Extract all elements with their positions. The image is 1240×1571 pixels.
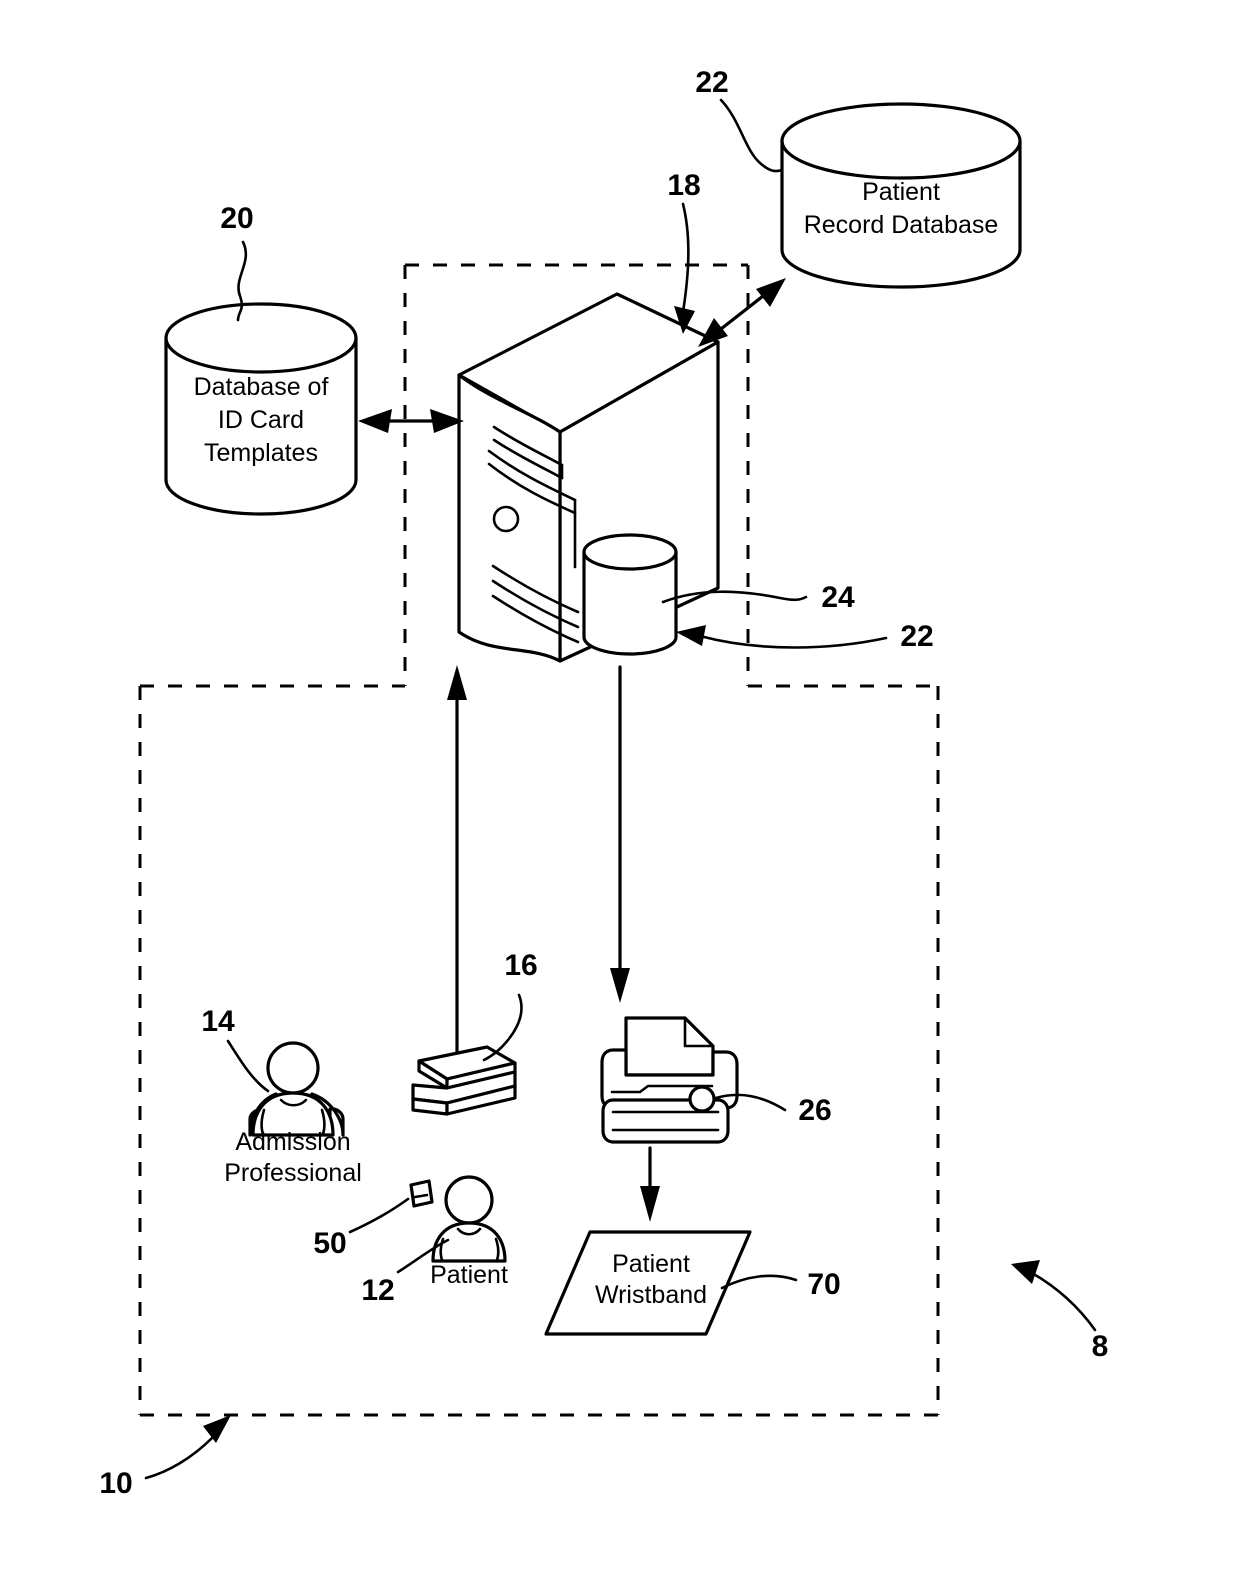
db22-label-line2: Record Database <box>804 211 999 239</box>
wristband-label-line2: Wristband <box>595 1281 707 1309</box>
connector-printer-wristband <box>640 1146 660 1222</box>
ref-50-label: 50 <box>313 1227 346 1260</box>
connector-computer-printer <box>610 665 630 1003</box>
ref-22-top-leader-line <box>719 98 784 173</box>
db22-label-line1: Patient <box>862 178 940 206</box>
patient-label: Patient <box>430 1261 508 1289</box>
db20-label-line3: Templates <box>204 439 318 467</box>
admission-professional-label-line1: Admission <box>235 1128 350 1156</box>
figure-canvas: Database of ID Card Templates 20 Patient… <box>99 66 1108 1500</box>
computer-storage-cylinder <box>582 533 678 656</box>
wristband-label-line1: Patient <box>612 1250 690 1278</box>
ref-22-top-label: 22 <box>695 66 728 99</box>
admission-professional-head <box>266 1041 320 1095</box>
id-card-rect <box>409 1179 434 1208</box>
ref-70-leader: 70 <box>720 1268 841 1301</box>
ref-10-label: 10 <box>99 1467 132 1500</box>
connector-wristband-arrow-head <box>640 1186 660 1222</box>
ref-10-arrow-head <box>203 1415 231 1443</box>
ref-8-leader-line <box>1030 1271 1097 1332</box>
ref-22-storage-label: 22 <box>900 620 933 653</box>
flatbed-scanner <box>411 1045 517 1116</box>
id-card-object: 50 <box>313 1179 434 1260</box>
ref-10-leader: 10 <box>99 1415 231 1500</box>
connector-db22-arrow-up <box>756 278 786 307</box>
ref-22-top-leader: 22 <box>695 66 784 173</box>
storage-cyl-top-ellipse <box>582 533 678 571</box>
connector-scanner-computer <box>447 665 467 1055</box>
ref-50-leader-line <box>348 1197 410 1234</box>
db22-top-ellipse <box>780 102 1022 180</box>
ref-18-label: 18 <box>667 169 700 202</box>
db20-label-line2: ID Card <box>218 406 304 434</box>
ref-22-storage-leader: 22 <box>676 620 934 653</box>
printer-device <box>600 1016 739 1144</box>
ref-22-storage-arrow-head <box>676 625 706 646</box>
ref-26-label: 26 <box>798 1094 831 1127</box>
connector-db20-arrow-left <box>358 409 392 433</box>
ref-8-leader: 8 <box>1011 1260 1108 1363</box>
ref-12-label: 12 <box>361 1274 394 1307</box>
patient-wristband-node: Patient Wristband <box>544 1230 752 1336</box>
db20-label-line1: Database of <box>194 373 329 401</box>
admission-professional-label-line2: Professional <box>224 1159 362 1187</box>
patient-actor: Patient <box>430 1175 508 1289</box>
ref-18-leader: 18 <box>667 169 701 334</box>
connector-printer-arrow-head <box>610 968 630 1003</box>
ref-8-arrow-head <box>1011 1260 1040 1284</box>
patient-record-database: Patient Record Database <box>780 102 1022 289</box>
ref-18-leader-line <box>681 202 690 314</box>
ref-14-leader-line <box>226 1039 270 1093</box>
ref-70-leader-line <box>720 1274 798 1290</box>
admission-zone-boundary <box>138 684 940 1417</box>
ref-20-label: 20 <box>220 202 253 235</box>
ref-10-leader-line <box>144 1436 214 1480</box>
patient-head <box>444 1175 494 1225</box>
patent-figure: Database of ID Card Templates 20 Patient… <box>0 0 1240 1571</box>
ref-14-leader: 14 <box>201 1005 270 1093</box>
ref-20-leader: 20 <box>220 202 254 322</box>
ref-24-label: 24 <box>821 581 855 614</box>
connector-scanner-arrow-head <box>447 665 467 700</box>
ref-22-storage-leader-line <box>698 634 888 649</box>
printer-control-knob[interactable] <box>688 1085 716 1113</box>
ref-16-leader: 16 <box>482 949 538 1062</box>
scanner-base-left-edge <box>411 1097 449 1116</box>
ref-16-label: 16 <box>504 949 537 982</box>
ref-14-label: 14 <box>201 1005 235 1038</box>
connector-computer-db22 <box>698 278 786 347</box>
db20-top-ellipse <box>164 302 358 374</box>
ref-70-label: 70 <box>807 1268 840 1301</box>
ref-8-label: 8 <box>1092 1330 1109 1363</box>
id-card-template-database: Database of ID Card Templates <box>164 302 358 516</box>
connector-db20-computer <box>358 409 464 433</box>
